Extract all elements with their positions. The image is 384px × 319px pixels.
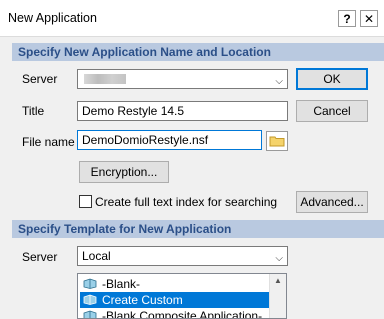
list-scrollbar[interactable]: ▲	[269, 274, 286, 318]
template-list[interactable]: -Blank- Create Custom -Blank Composite A…	[77, 273, 287, 319]
list-item-label: Create Custom	[102, 293, 183, 307]
list-item[interactable]: Create Custom	[80, 292, 270, 308]
browse-folder-icon[interactable]	[266, 131, 288, 151]
redacted-server-name	[84, 74, 126, 84]
template-server-label: Server	[22, 250, 58, 264]
ok-button[interactable]: OK	[296, 68, 368, 90]
scroll-up-icon[interactable]: ▲	[274, 276, 282, 285]
book-icon	[83, 294, 97, 305]
title-label: Title	[22, 104, 45, 118]
title-bar: New Application ? ✕	[0, 0, 384, 37]
server-dropdown[interactable]: ⌵	[77, 69, 288, 89]
advanced-button[interactable]: Advanced...	[296, 191, 368, 213]
close-button[interactable]: ✕	[360, 10, 378, 27]
section-heading-new-app: Specify New Application Name and Locatio…	[12, 43, 384, 61]
chevron-down-icon: ⌵	[275, 76, 283, 87]
cancel-button[interactable]: Cancel	[296, 100, 368, 122]
list-item-label: -Blank-	[102, 277, 141, 291]
template-server-dropdown[interactable]: Local ⌵	[77, 246, 288, 266]
filename-label: File name	[22, 135, 75, 149]
encryption-button[interactable]: Encryption...	[79, 161, 169, 183]
list-item[interactable]: -Blank-	[80, 276, 270, 292]
book-icon	[83, 310, 97, 318]
help-button[interactable]: ?	[338, 10, 356, 27]
list-item[interactable]: -Blank Composite Application-	[80, 308, 270, 319]
title-input[interactable]: Demo Restyle 14.5	[77, 101, 288, 121]
fulltext-checkbox[interactable]	[79, 195, 92, 208]
filename-input[interactable]: DemoDomioRestyle.nsf	[77, 130, 262, 150]
section-heading-template: Specify Template for New Application	[12, 220, 384, 238]
chevron-down-icon: ⌵	[275, 253, 283, 264]
window-title: New Application	[8, 11, 97, 25]
fulltext-label: Create full text index for searching	[95, 195, 278, 209]
template-server-value: Local	[82, 249, 111, 263]
server-label: Server	[22, 72, 58, 86]
list-item-label: -Blank Composite Application-	[102, 309, 263, 319]
book-icon	[83, 278, 97, 289]
